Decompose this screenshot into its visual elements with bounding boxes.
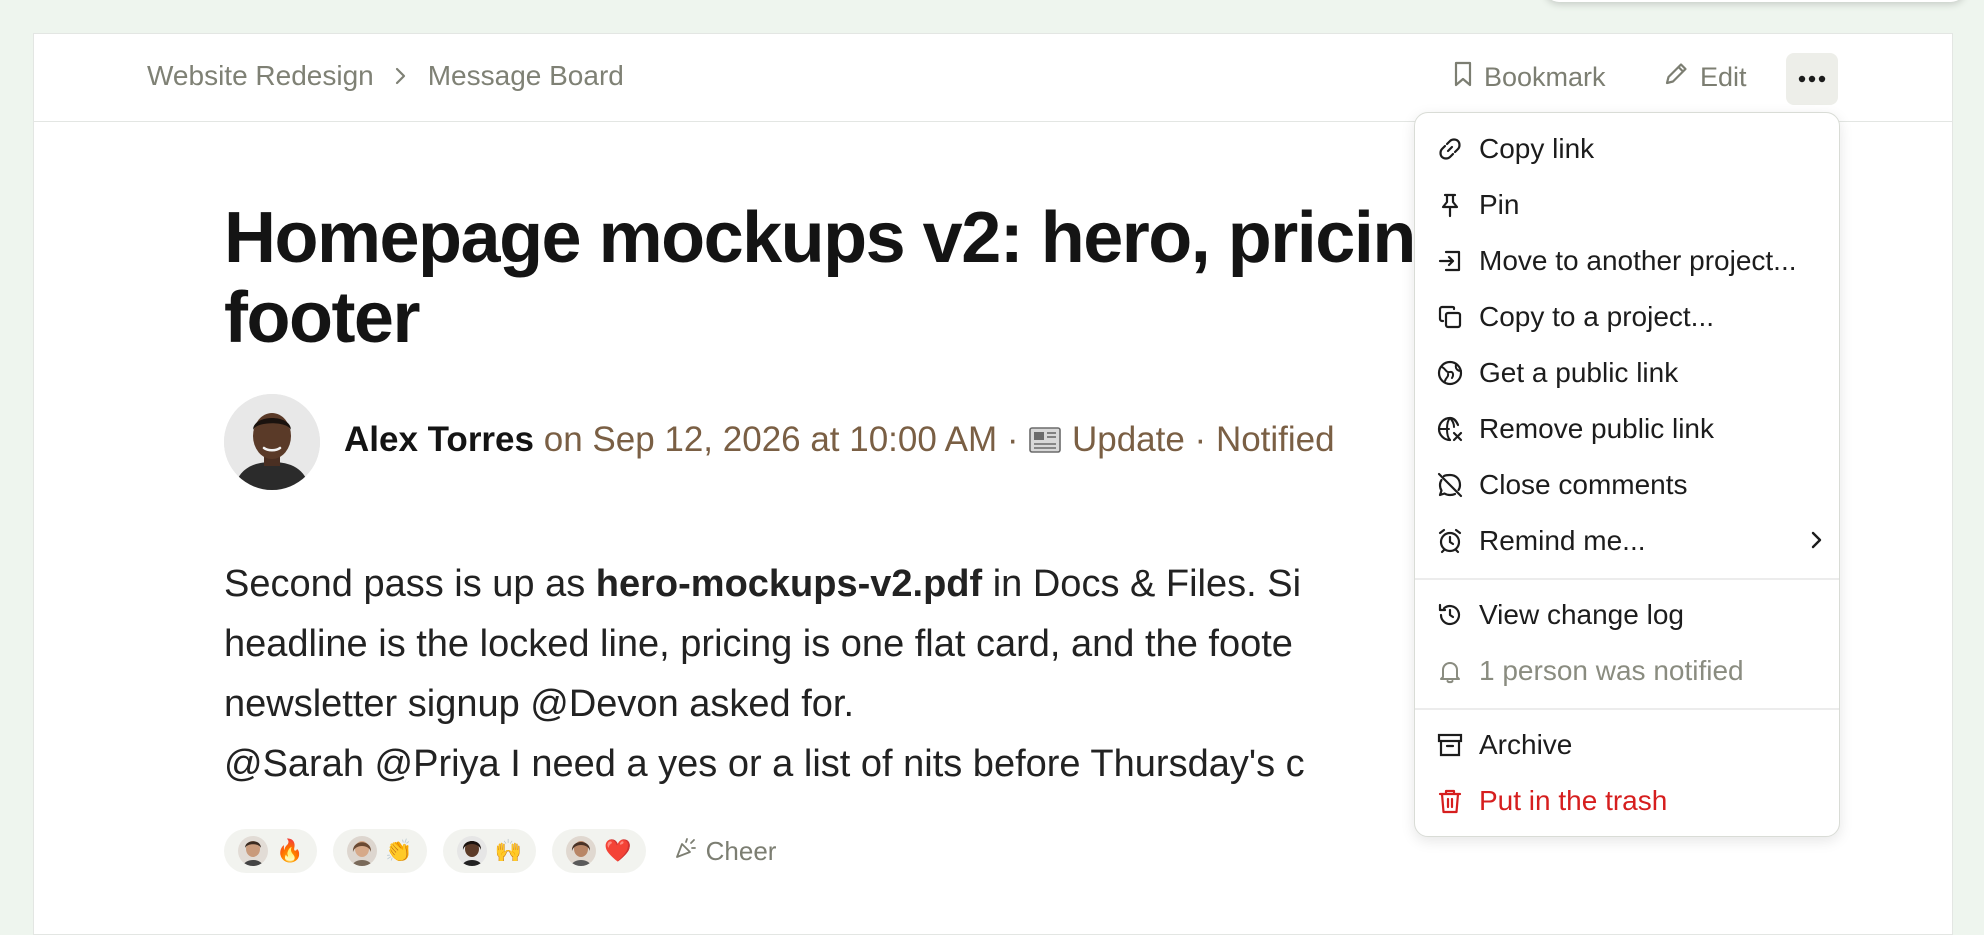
menu-remove-public-link[interactable]: Remove public link (1435, 403, 1825, 455)
title-line-2: footer (224, 278, 420, 358)
top-bar: Website Redesign Message Board Bookmark … (34, 34, 1952, 122)
avatar (566, 836, 597, 866)
globe-off-icon (1435, 414, 1465, 444)
menu-move-project[interactable]: Move to another project... (1435, 235, 1825, 287)
attachment-link[interactable]: hero-mockups-v2.pdf (596, 563, 982, 605)
menu-notified-info: 1 person was notified (1435, 645, 1825, 697)
cheer-button[interactable]: Cheer (674, 835, 777, 867)
more-options-menu: Copy link Pin Move to another project...… (1414, 112, 1840, 837)
trash-icon (1435, 786, 1465, 816)
avatar (456, 836, 487, 866)
party-popper-icon (674, 836, 698, 867)
reaction-emoji: 👏 (385, 838, 413, 864)
avatar (238, 836, 268, 866)
reaction-heart[interactable]: ❤️ (552, 829, 646, 873)
menu-close-comments[interactable]: Close comments (1435, 459, 1825, 511)
breadcrumb-project[interactable]: Website Redesign (147, 60, 374, 92)
post-date: on Sep 12, 2026 at 10:00 AM · (534, 420, 1029, 459)
post-category: Update · Notified (1062, 420, 1335, 459)
menu-get-public-link[interactable]: Get a public link (1435, 347, 1825, 399)
breadcrumb: Website Redesign Message Board (147, 60, 624, 92)
history-icon (1435, 600, 1465, 630)
menu-view-change-log[interactable]: View change log (1435, 589, 1825, 641)
reactions-bar: 🔥 👏 🙌 ❤️ Cheer (224, 829, 776, 873)
menu-remind-me[interactable]: Remind me... (1435, 515, 1825, 567)
archive-icon (1435, 730, 1465, 760)
author-avatar[interactable] (224, 394, 320, 490)
menu-copy-link[interactable]: Copy link (1435, 123, 1825, 175)
pin-icon (1435, 190, 1465, 220)
move-icon (1435, 246, 1465, 276)
cheer-label: Cheer (705, 835, 777, 866)
menu-copy-to-project[interactable]: Copy to a project... (1435, 291, 1825, 343)
menu-put-in-trash[interactable]: Put in the trash (1435, 775, 1825, 827)
bookmark-icon (1452, 60, 1474, 95)
reaction-emoji: 🔥 (276, 838, 304, 864)
link-icon (1435, 134, 1465, 164)
background-popover-edge (1545, 0, 1965, 2)
body-line-3: newsletter signup @Devon asked for. (224, 683, 855, 725)
comment-off-icon (1435, 470, 1465, 500)
reaction-raised-hands[interactable]: 🙌 (442, 829, 537, 873)
alarm-clock-icon (1435, 526, 1465, 556)
post-body: Second pass is up as hero-mockups-v2.pdf… (224, 554, 1454, 794)
bookmark-button[interactable]: Bookmark (1452, 60, 1606, 95)
avatar (347, 836, 378, 866)
breadcrumb-section[interactable]: Message Board (428, 60, 624, 92)
reaction-emoji: 🙌 (494, 838, 523, 864)
menu-divider (1415, 708, 1839, 710)
reaction-clap[interactable]: 👏 (333, 829, 427, 873)
author-name[interactable]: Alex Torres (344, 420, 534, 459)
menu-pin[interactable]: Pin (1435, 179, 1825, 231)
ellipsis-icon (1798, 70, 1826, 88)
chevron-right-icon (394, 66, 408, 86)
body-line-4: @Sarah @Priya I need a yes or a list of … (224, 743, 1305, 785)
menu-archive[interactable]: Archive (1435, 719, 1825, 771)
title-line-1: Homepage mockups v2: hero, pricin (224, 198, 1416, 278)
newspaper-icon (1028, 424, 1062, 464)
body-line-1: Second pass is up as hero-mockups-v2.pdf… (224, 563, 1302, 605)
body-line-2: headline is the locked line, pricing is … (224, 623, 1293, 665)
more-options-button[interactable] (1786, 53, 1838, 105)
menu-divider (1415, 578, 1839, 580)
bookmark-label: Bookmark (1484, 62, 1606, 92)
post-meta: Alex Torres on Sep 12, 2026 at 10:00 AM … (344, 420, 1335, 464)
edit-button[interactable]: Edit (1662, 60, 1747, 95)
chevron-right-icon (1809, 526, 1825, 561)
globe-icon (1435, 358, 1465, 388)
page-title: Homepage mockups v2: hero, pricin footer (224, 198, 1484, 358)
copy-icon (1435, 302, 1465, 332)
reaction-emoji: ❤️ (604, 838, 632, 864)
edit-label: Edit (1700, 62, 1747, 92)
pencil-icon (1662, 60, 1690, 95)
reaction-fire[interactable]: 🔥 (224, 829, 318, 873)
bell-icon (1435, 656, 1465, 686)
